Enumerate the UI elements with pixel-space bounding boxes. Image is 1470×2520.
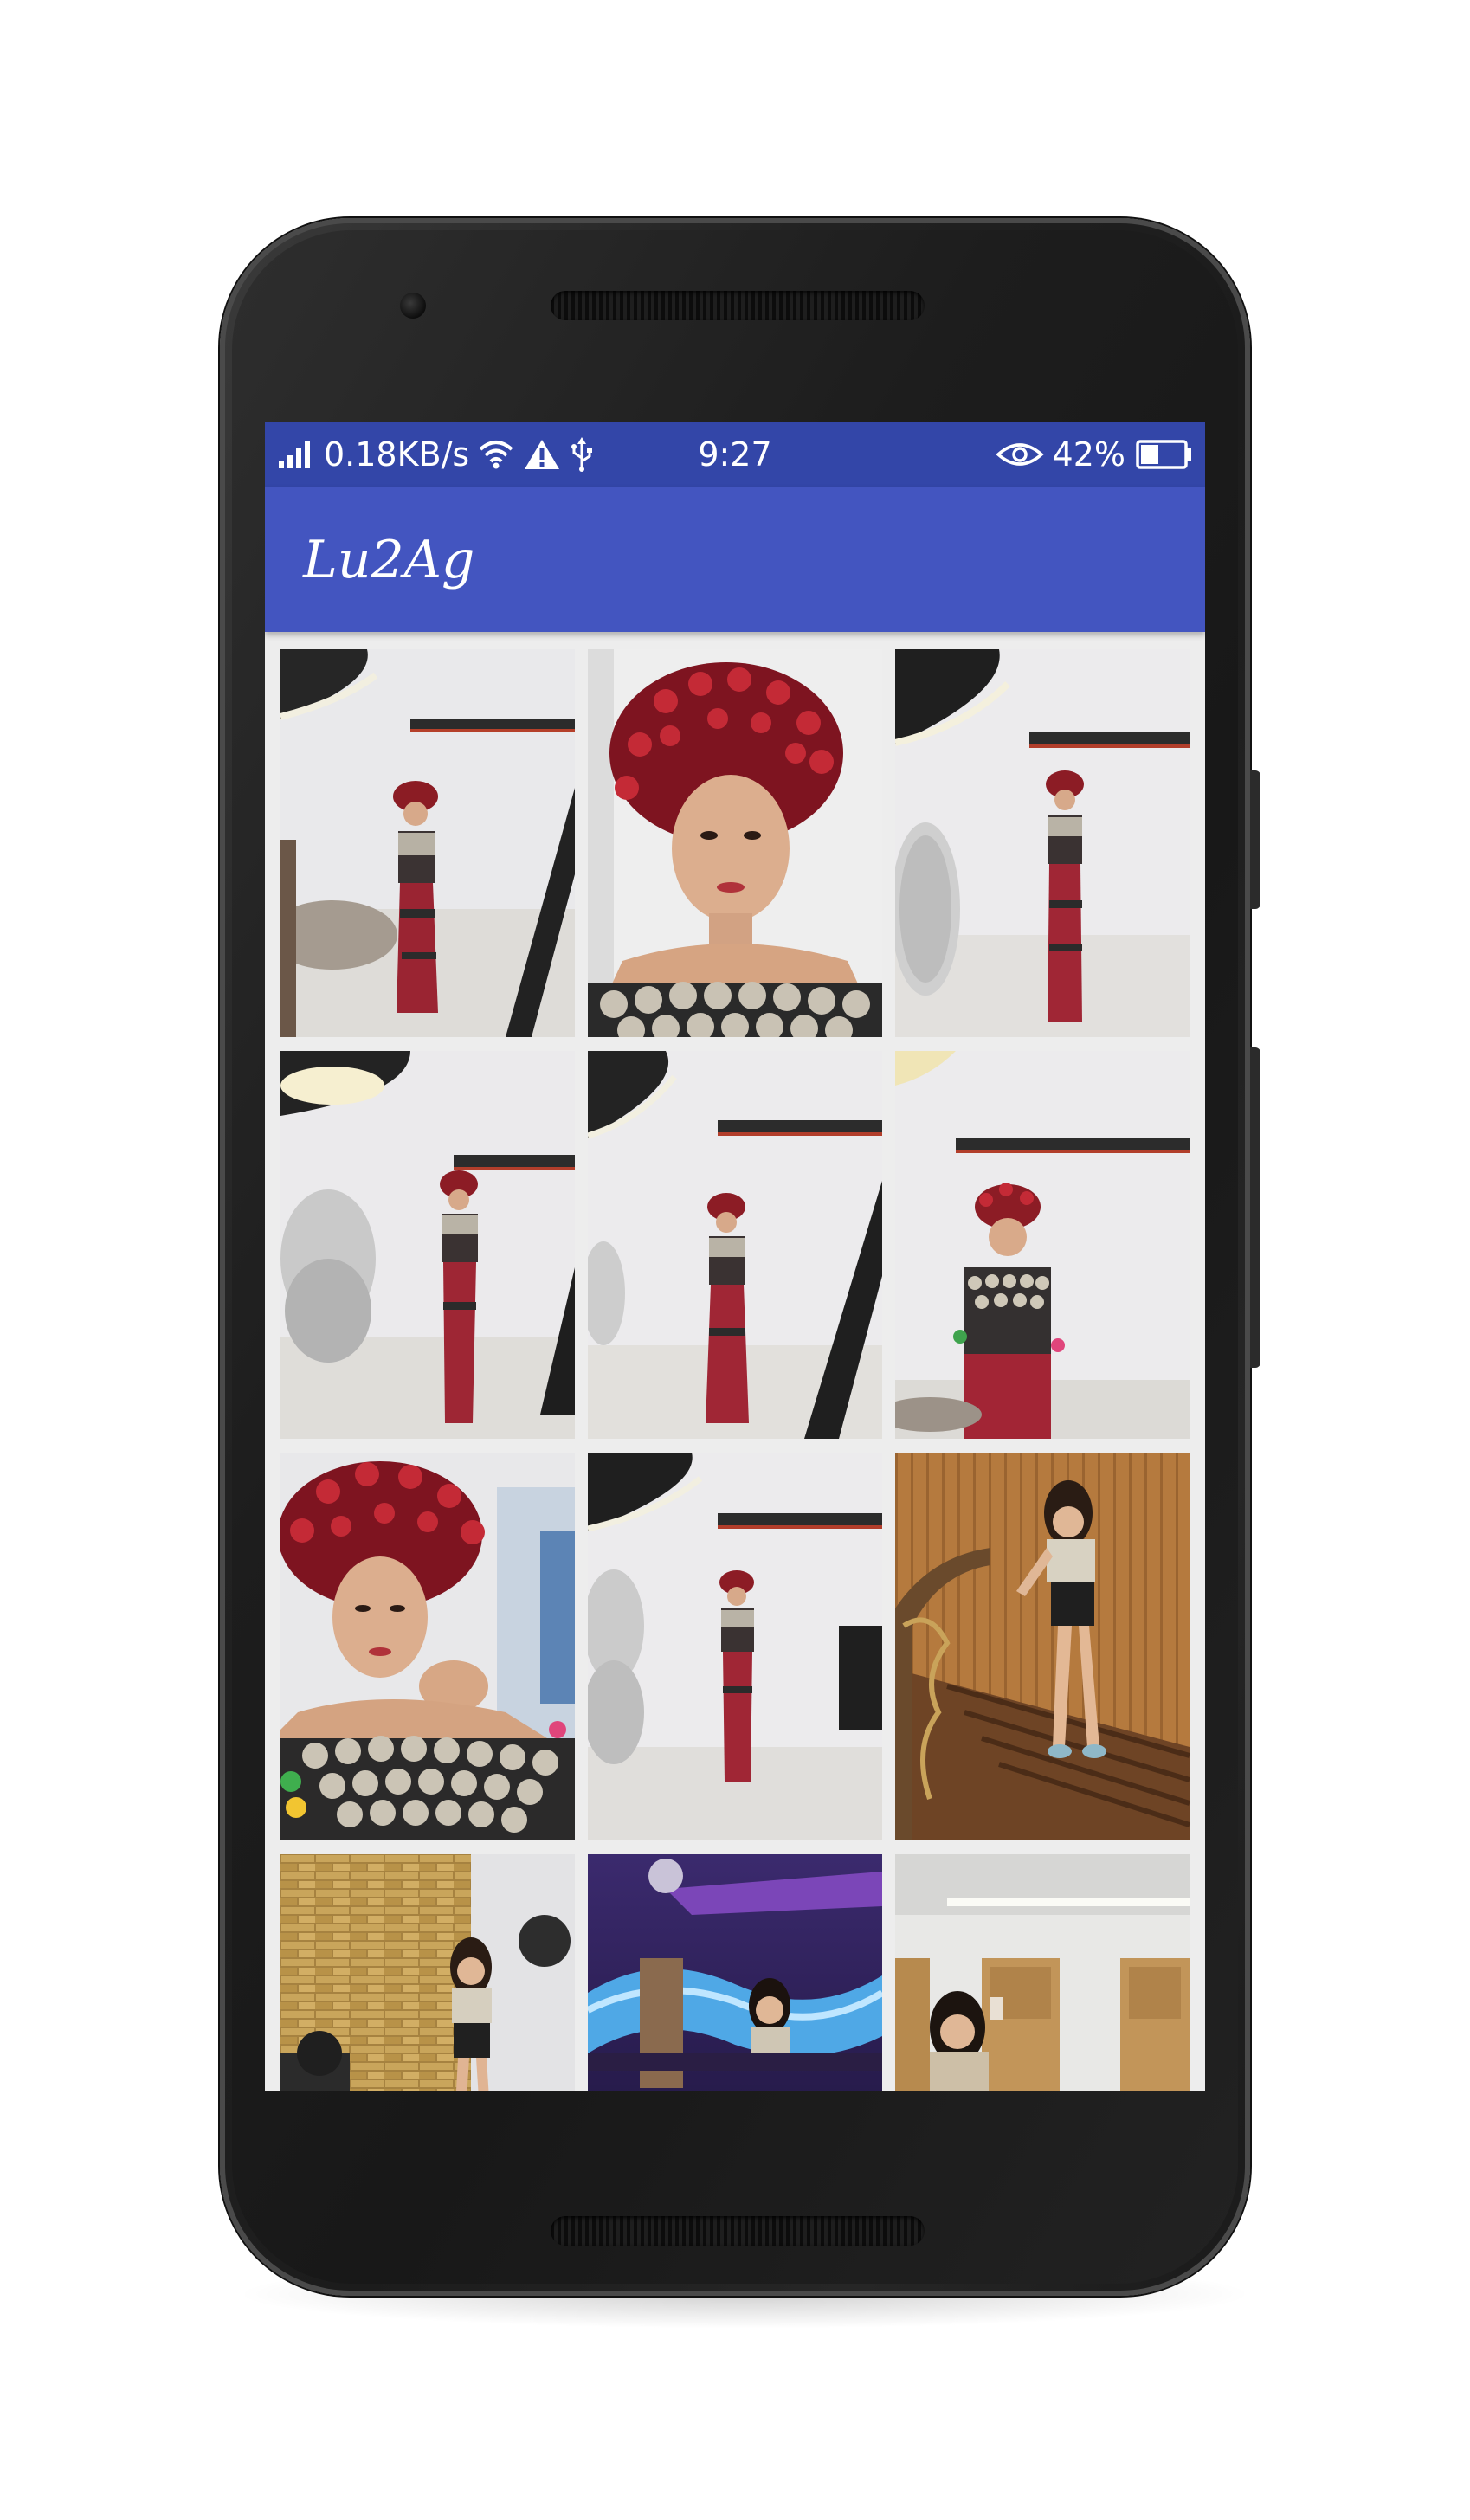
front-camera [400, 293, 426, 319]
photo-7[interactable] [280, 1453, 575, 1840]
device-mockup: 0.18KB/s 9:27 42% Lu2Ag [0, 0, 1470, 2520]
photo-1[interactable] [280, 649, 575, 1037]
photo-2[interactable] [588, 649, 882, 1037]
power-button [1250, 770, 1260, 909]
photo-4[interactable] [280, 1051, 575, 1439]
photo-11[interactable] [588, 1854, 882, 2091]
signal-icon [277, 439, 315, 470]
photo-9[interactable] [895, 1453, 1190, 1840]
status-right-group: 42% [995, 422, 1193, 487]
photo-grid [280, 649, 1190, 2091]
network-speed: 0.18KB/s [324, 435, 470, 474]
photo-5[interactable] [588, 1051, 882, 1439]
photo-6[interactable] [895, 1051, 1190, 1439]
status-left-group: 0.18KB/s [277, 422, 603, 487]
top-speaker [551, 291, 925, 320]
bottom-speaker [551, 2216, 925, 2246]
status-time: 9:27 [698, 435, 772, 474]
status-bar: 0.18KB/s 9:27 42% [265, 422, 1205, 487]
eye-icon [995, 441, 1044, 468]
wifi-icon [478, 439, 514, 470]
photo-12[interactable] [895, 1854, 1190, 2091]
battery-icon [1136, 439, 1193, 470]
photo-10[interactable] [280, 1854, 575, 2091]
photo-3[interactable] [895, 649, 1190, 1037]
volume-button [1250, 1047, 1260, 1368]
photo-8[interactable] [588, 1453, 882, 1840]
usb-icon [570, 437, 594, 472]
app-bar: Lu2Ag [265, 487, 1205, 632]
warning-icon [523, 438, 561, 471]
app-title: Lu2Ag [303, 530, 475, 590]
screen: 0.18KB/s 9:27 42% Lu2Ag [265, 422, 1205, 2091]
battery-percent: 42% [1052, 435, 1125, 474]
